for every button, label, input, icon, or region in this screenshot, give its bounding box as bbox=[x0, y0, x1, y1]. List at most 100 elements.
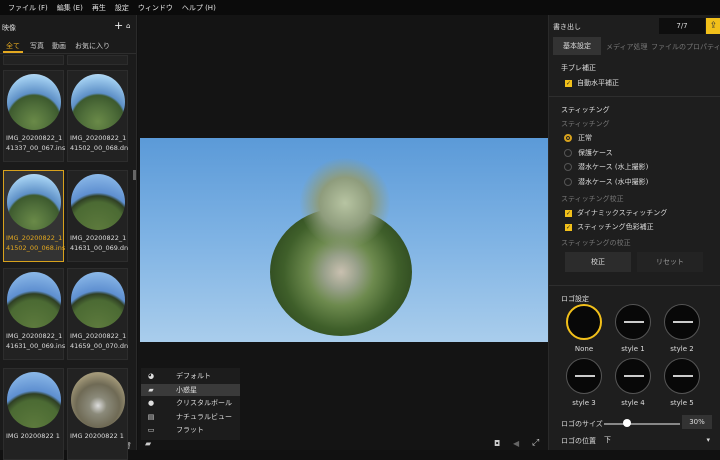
menu-window[interactable]: ウィンドウ bbox=[138, 3, 173, 13]
menu-settings[interactable]: 設定 bbox=[115, 3, 129, 13]
stitching-radio[interactable]: 潜水ケース (水中撮影) bbox=[564, 177, 648, 187]
tab-favorites[interactable]: お気に入り bbox=[75, 41, 110, 51]
logo-position-label: ロゴの位置 bbox=[561, 437, 596, 445]
radio-label: 保護ケース bbox=[578, 148, 613, 157]
logo-style-label: None bbox=[574, 345, 594, 353]
view-mode-item[interactable]: ▭ フラット bbox=[141, 424, 240, 436]
view-mode-icon: ▤ bbox=[147, 412, 155, 421]
thumbnail-item[interactable]: IMG 20200822 1 bbox=[67, 368, 128, 460]
thumbnail-item[interactable]: IMG_20200822_1 41659_00_070.dn bbox=[67, 268, 128, 360]
view-mode-label: 小惑星 bbox=[176, 385, 197, 394]
radio-label: 潜水ケース (水中撮影) bbox=[578, 177, 649, 186]
menu-edit[interactable]: 編集 (E) bbox=[57, 3, 83, 13]
thumbnail-item[interactable]: IMG 20200822 1 bbox=[3, 368, 64, 460]
logo-preview-mark bbox=[575, 375, 595, 377]
thumbnail-label: IMG_20200822_1 41502_00_068.ins bbox=[6, 234, 66, 252]
view-mode-icon: ◕ bbox=[147, 372, 155, 380]
filter-icon[interactable]: ⌂ bbox=[126, 22, 130, 30]
preview-image[interactable] bbox=[140, 138, 548, 342]
menu-file[interactable]: ファイル (F) bbox=[8, 3, 48, 13]
logo-style-option[interactable] bbox=[566, 358, 602, 394]
reset-button[interactable]: リセット bbox=[637, 252, 703, 272]
tiny-planet-tree bbox=[300, 158, 390, 248]
view-mode-item[interactable]: ▰ 小惑星 bbox=[141, 383, 240, 396]
tab-basic[interactable]: 基本設定 bbox=[553, 37, 601, 55]
logo-preview-mark bbox=[673, 321, 693, 323]
logo-preview-mark bbox=[624, 321, 644, 323]
media-library: 映像 + ⌂ 全て 写真 動画 お気に入り ▦ ☰ 🗑 IMG_20200822… bbox=[0, 15, 137, 460]
radio-icon bbox=[564, 134, 572, 142]
volume-icon[interactable]: ◀ bbox=[513, 439, 519, 448]
radio-label: 潜水ケース (水上撮影) bbox=[578, 163, 649, 171]
camera-icon[interactable]: ◘ bbox=[494, 439, 500, 448]
settings-panel: 書き出し 7/7 ⇪ 基本設定 メディア処理 ファイルのプロパティ 手ブレ補正 … bbox=[548, 15, 720, 450]
logo-preview-mark bbox=[624, 375, 644, 377]
calibrate-button[interactable]: 校正 bbox=[565, 252, 631, 272]
add-icon[interactable]: + bbox=[114, 19, 123, 32]
export-title: 書き出し bbox=[553, 23, 581, 31]
divider bbox=[0, 53, 136, 54]
logo-style-option[interactable] bbox=[664, 304, 700, 340]
dynamic-stitching-checkbox[interactable]: ✓ ダイナミックスティッチング bbox=[565, 208, 667, 218]
logo-style-option[interactable] bbox=[615, 304, 651, 340]
library-title: 映像 bbox=[2, 24, 16, 32]
stitching-subtitle: スティッチング bbox=[561, 120, 610, 128]
logo-style-option[interactable] bbox=[664, 358, 700, 394]
stitching-radio[interactable]: 保護ケース bbox=[564, 148, 613, 158]
menu-play[interactable]: 再生 bbox=[92, 3, 106, 13]
logo-style-label: style 4 bbox=[621, 399, 645, 407]
stitching-radio[interactable]: 正常 bbox=[564, 133, 592, 143]
thumbnail-item[interactable]: IMG_20200822_1 41502_00_068.dn bbox=[67, 70, 128, 162]
thumbnail-label: IMG_20200822_1 41659_00_070.dn bbox=[70, 332, 129, 350]
thumbnail-label: IMG_20200822_1 41631_00_069.dn bbox=[70, 234, 129, 252]
thumbnail-item[interactable]: IMG_20200822_1 41502_00_068.ins bbox=[3, 170, 66, 262]
stitch-calib2-title: スティッチングの校正 bbox=[561, 239, 631, 247]
thumbnail-partial[interactable] bbox=[3, 55, 64, 65]
view-mode-label: クリスタルボール bbox=[176, 399, 232, 407]
library-scrollbar[interactable] bbox=[133, 170, 136, 180]
menu-help[interactable]: ヘルプ (H) bbox=[182, 3, 216, 13]
logo-title: ロゴ設定 bbox=[561, 295, 589, 303]
view-mode-label: フラット bbox=[176, 426, 204, 434]
logo-size-slider[interactable] bbox=[604, 423, 680, 425]
logo-style-option[interactable] bbox=[566, 304, 602, 340]
radio-icon bbox=[564, 163, 572, 171]
view-mode-item[interactable]: ▤ ナチュラルビュー bbox=[141, 411, 240, 423]
thumbnail-item[interactable]: IMG_20200822_1 41631_00_069.dn bbox=[67, 170, 128, 262]
auto-level-checkbox[interactable]: ✓ 自動水平補正 bbox=[565, 78, 619, 88]
view-mode-item[interactable]: ◕ デフォルト bbox=[141, 370, 240, 382]
view-mode-item[interactable]: ● クリスタルボール bbox=[141, 397, 240, 409]
auto-level-label: 自動水平補正 bbox=[577, 79, 619, 87]
tab-all[interactable]: 全て bbox=[6, 41, 20, 51]
thumbnail-item[interactable]: IMG_20200822_1 41631_00_069.ins bbox=[3, 268, 65, 360]
view-mode-icon: ● bbox=[147, 399, 155, 407]
logo-style-option[interactable] bbox=[615, 358, 651, 394]
color-correction-checkbox[interactable]: ✓ スティッチング色彩補正 bbox=[565, 222, 654, 232]
stitching-radio[interactable]: 潜水ケース (水上撮影) bbox=[564, 162, 648, 172]
view-mode-menu: ◕ デフォルト ▰ 小惑星 ● クリスタルボール ▤ ナチュラルビュー ▭ フラット bbox=[141, 368, 240, 440]
fullscreen-icon[interactable]: ⤢ bbox=[532, 438, 539, 448]
thumbnail-image bbox=[71, 272, 125, 328]
chevron-down-icon: ▾ bbox=[706, 435, 710, 444]
thumbnail-image bbox=[7, 74, 61, 130]
radio-icon bbox=[564, 177, 572, 186]
logo-size-value[interactable]: 30% bbox=[682, 415, 712, 429]
dynamic-stitching-label: ダイナミックスティッチング bbox=[577, 209, 668, 217]
logo-position-select[interactable]: 下 ▾ bbox=[604, 433, 714, 446]
thumbnail-item[interactable]: IMG_20200822_1 41337_00_067.ins bbox=[3, 70, 65, 162]
thumbnail-partial[interactable] bbox=[67, 55, 128, 65]
tab-properties[interactable]: ファイルのプロパティ bbox=[651, 42, 720, 52]
logo-style-label: style 2 bbox=[670, 345, 694, 353]
thumbnail-image bbox=[71, 372, 125, 428]
thumbnail-label: IMG_20200822_1 41502_00_068.dn bbox=[70, 134, 129, 152]
logo-size-slider-handle[interactable] bbox=[622, 419, 631, 427]
view-mode-label: デフォルト bbox=[176, 372, 211, 380]
thumbnail-image bbox=[7, 174, 61, 230]
tab-photo[interactable]: 写真 bbox=[30, 41, 44, 51]
logo-style-label: style 3 bbox=[572, 399, 596, 407]
export-button[interactable]: ⇪ bbox=[706, 18, 720, 34]
view-mode-icon[interactable]: ▰ bbox=[145, 439, 151, 448]
tab-media[interactable]: メディア処理 bbox=[606, 42, 648, 52]
export-count: 7/7 bbox=[659, 18, 705, 34]
tab-video[interactable]: 動画 bbox=[52, 41, 66, 51]
